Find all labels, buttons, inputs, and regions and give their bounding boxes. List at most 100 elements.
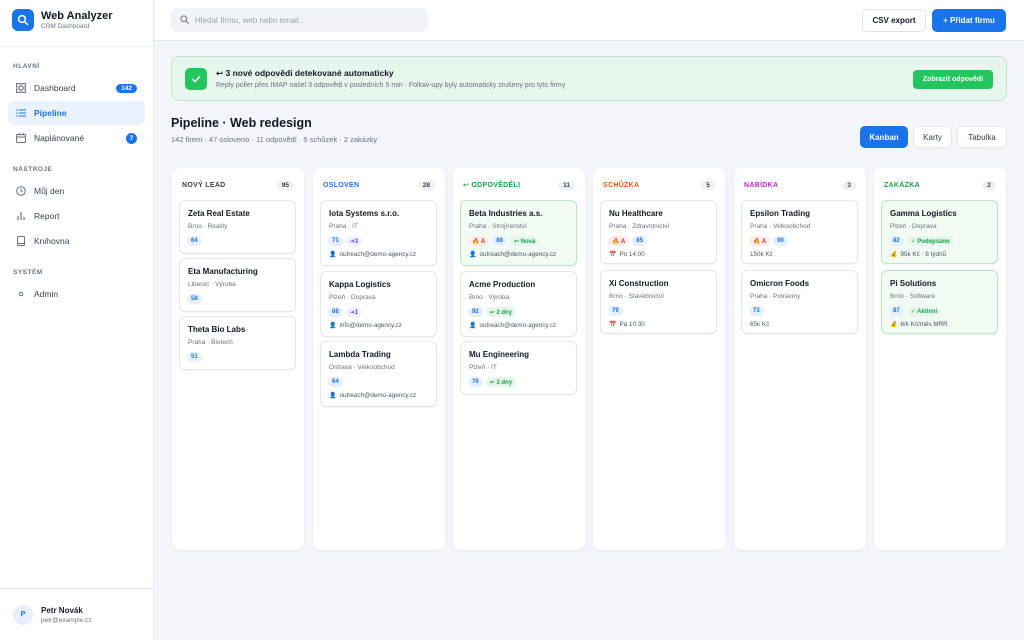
sidebar-item-pipeline[interactable]: Pipeline <box>8 101 145 125</box>
lead-card[interactable]: Acme Production Brno · Výroba 92 ↩ 2 dny… <box>460 271 577 337</box>
naplanovane-badge: 7 <box>126 132 137 144</box>
sidebar-item-muj-den[interactable]: Můj den <box>8 179 145 203</box>
sidebar-item-report[interactable]: Report <box>8 204 145 228</box>
card-meta: Praha · Zdravotnictví <box>609 223 670 230</box>
score-badge: 73 <box>749 306 764 316</box>
column-count: 5 <box>701 180 715 190</box>
search-icon <box>180 14 189 26</box>
priority-badge: 🔥 A <box>749 236 771 246</box>
offer-value: 150k Kč <box>750 251 773 258</box>
grid-icon <box>16 83 26 93</box>
book-icon <box>16 236 26 246</box>
score-badge: 82 <box>889 236 904 246</box>
lead-card[interactable]: Beta Industries a.s. Praha · Strojírenst… <box>460 200 577 266</box>
card-name: Pi Solutions <box>890 279 937 288</box>
lead-card[interactable]: Omicron Foods Praha · Potraviny 73 65k K… <box>741 270 858 334</box>
meeting-time-text: Pá 10:30 <box>619 321 645 328</box>
column-count: 95 <box>276 180 294 190</box>
score-badge: 76 <box>468 377 483 387</box>
sidebar-item-label: Report <box>34 211 60 221</box>
sidebar-item-label: Dashboard <box>34 83 76 93</box>
view-karty-button[interactable]: Karty <box>913 126 952 148</box>
card-email-text: outreach@demo-agency.cz <box>479 322 557 329</box>
user-name: Petr Novák <box>41 605 83 615</box>
offer-value: 65k Kč <box>750 321 770 328</box>
calendar-icon: 📅 <box>609 322 617 328</box>
show-replies-button[interactable]: Zobrazit odpovědi <box>913 70 993 89</box>
sidebar-section-hlavni: HLAVNÍ <box>13 63 40 70</box>
score-badge: 64 <box>187 236 202 246</box>
sidebar-item-admin[interactable]: Admin <box>8 282 145 306</box>
lead-card[interactable]: Iota Systems s.r.o. Praha · IT 71 ➜3 👤 ou… <box>320 200 437 266</box>
contract-value-text: 95k Kč · 8 týdnů <box>900 251 946 258</box>
view-kanban-button[interactable]: Kanban <box>860 126 908 148</box>
search-input[interactable] <box>195 15 415 25</box>
score-badge: 51 <box>187 352 202 362</box>
priority-badge: 🔥 A <box>468 236 490 246</box>
lead-card[interactable]: Nu Healthcare Praha · Zdravotnictví 🔥 A … <box>600 200 717 264</box>
score-badge: 87 <box>889 306 904 316</box>
score-badge: 71 <box>328 236 343 246</box>
score-badge: 90 <box>773 236 788 246</box>
card-name: Kappa Logistics <box>329 280 391 289</box>
card-email-text: info@demo-agency.cz <box>339 322 402 329</box>
score-badge: 85 <box>632 236 647 246</box>
search-box[interactable] <box>171 8 428 32</box>
user-icon: 👤 <box>329 323 337 329</box>
card-meta: Praha · Biotech <box>188 339 233 346</box>
column-count: 28 <box>417 180 435 190</box>
card-name: Acme Production <box>469 280 536 289</box>
lead-card[interactable]: Gamma Logistics Plzeň · Doprava 82 ✓ Pod… <box>881 200 998 264</box>
user-email: petr@example.cz <box>41 616 92 624</box>
column-count: 3 <box>842 180 856 190</box>
card-meta: Ostrava · Velkoobchod <box>329 364 395 371</box>
lead-card[interactable]: Lambda Trading Ostrava · Velkoobchod 64 … <box>320 341 437 407</box>
check-icon <box>185 68 207 90</box>
column-title: ↩ ODPOVĚDĚLI <box>463 182 521 189</box>
page-subtitle: 142 firem · 47 osloveno · 11 odpovědí · … <box>171 135 378 144</box>
card-meta: Brno · Výroba <box>469 294 510 301</box>
lead-card[interactable]: Epsilon Trading Praha · Velkoobchod 🔥 A … <box>741 200 858 264</box>
card-meta: Liberec · Výroba <box>188 281 236 288</box>
clock-icon <box>16 186 26 196</box>
card-name: Zeta Real Estate <box>188 209 250 218</box>
lead-card[interactable]: Kappa Logistics Plzeň · Doprava 68 ➜1 👤 i… <box>320 271 437 337</box>
score-badge: 88 <box>492 236 507 246</box>
sidebar-item-naplanovane[interactable]: Naplánované 7 <box>8 126 145 150</box>
dashboard-badge: 142 <box>116 83 137 93</box>
view-tabulka-button[interactable]: Tabulka <box>957 126 1007 148</box>
card-name: Gamma Logistics <box>890 209 957 218</box>
card-email-text: outreach@demo-agency.cz <box>479 251 557 258</box>
brand[interactable]: Web Analyzer CRM Dashboard <box>0 0 153 40</box>
sidebar-divider <box>0 46 153 47</box>
csv-export-button[interactable]: CSV export <box>862 9 926 32</box>
card-name: Beta Industries a.s. <box>469 209 543 218</box>
card-email: 👤 outreach@demo-agency.cz <box>329 251 416 258</box>
card-email-text: outreach@demo-agency.cz <box>339 392 417 399</box>
lead-card[interactable]: Pi Solutions Brno · Software 87 ✓ Aktivn… <box>881 270 998 334</box>
sidebar-item-label: Admin <box>34 289 59 299</box>
card-name: Nu Healthcare <box>609 209 663 218</box>
reply-alert: ↩ 3 nové odpovědi detekované automaticky… <box>171 56 1007 101</box>
column-odpovedeli: ↩ ODPOVĚDĚLI 11 Beta Industries a.s. Pra… <box>453 168 585 550</box>
lead-card[interactable]: Xi Construction Brno · Stavebnictví 79 📅… <box>600 270 717 334</box>
app-title: Web Analyzer <box>41 10 113 22</box>
followup-badge: ➜1 <box>345 307 363 317</box>
lead-card[interactable]: Mu Engineering Plzeň · IT 76 ↩ 3 dny <box>460 341 577 395</box>
sidebar-item-knihovna[interactable]: Knihovna <box>8 229 145 253</box>
lead-card[interactable]: Theta Bio Labs Praha · Biotech 51 <box>179 316 296 370</box>
status-badge: ✓ Podepsáno <box>906 236 954 246</box>
app-subtitle: CRM Dashboard <box>41 23 90 30</box>
avatar: P <box>13 604 33 625</box>
column-osloven: OSLOVEN 28 Iota Systems s.r.o. Praha · I… <box>313 168 445 550</box>
user-icon: 👤 <box>469 252 477 258</box>
sidebar-item-dashboard[interactable]: Dashboard 142 <box>8 76 145 100</box>
topbar: CSV export + Přidat firmu <box>154 0 1024 41</box>
lead-card[interactable]: Eta Manufacturing Liberec · Výroba 58 <box>179 258 296 312</box>
card-name: Mu Engineering <box>469 350 529 359</box>
lead-card[interactable]: Zeta Real Estate Brno · Reality 64 <box>179 200 296 254</box>
user-profile[interactable]: P Petr Novák petr@example.cz <box>0 588 154 640</box>
add-company-button[interactable]: + Přidat firmu <box>932 9 1006 32</box>
card-meta: Plzeň · IT <box>469 364 497 371</box>
column-count: 2 <box>982 180 996 190</box>
